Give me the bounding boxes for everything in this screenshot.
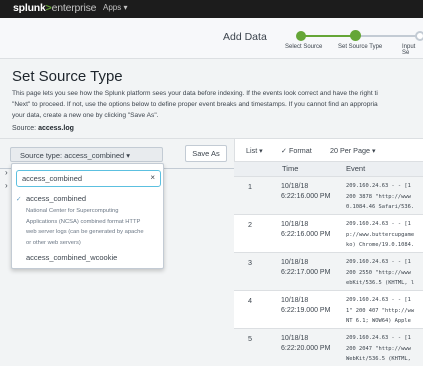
top-navigation-bar: splunk>enterprise Apps ▾ [0, 0, 423, 18]
checkmark-icon: ✓ [16, 196, 22, 203]
row-number: 5 [248, 334, 252, 343]
source-type-option-access-combined-wcookie[interactable]: access_combined_wcookie [26, 253, 117, 262]
row-timestamp: 10/18/18 6:22:16.000 PM [281, 220, 341, 240]
row-event: 209.160.24.63 - - [1 200 3878 "http://ww… [346, 181, 423, 213]
step-label-input-settings: Input Se [402, 44, 416, 56]
per-page-dropdown[interactable]: 20 Per Page ▾ [330, 146, 376, 155]
page-title: Set Source Type [12, 68, 123, 85]
description-line: web server logs (can be generated by apa… [26, 229, 144, 236]
event-line: 1" 200 407 "http://ww [346, 307, 415, 314]
row-date: 10/18/18 [281, 183, 309, 190]
event-line: 209.160.24.63 - - [1 [346, 335, 411, 341]
event-line: 200 3878 "http://www [346, 193, 411, 200]
table-row[interactable]: 1 10/18/18 6:22:16.000 PM 209.160.24.63 … [234, 177, 423, 215]
description-line-1: This page lets you see how the Splunk pl… [12, 90, 378, 97]
list-view-dropdown[interactable]: List ▾ [246, 146, 263, 155]
row-date: 10/18/18 [281, 259, 309, 266]
row-number: 4 [248, 296, 252, 305]
source-type-option-description: National Center for Supercomputing Appli… [26, 206, 161, 249]
clear-icon[interactable]: × [150, 173, 155, 182]
splunk-logo[interactable]: splunk>enterprise [13, 2, 96, 14]
row-timestamp: 10/18/18 6:22:17.000 PM [281, 258, 341, 278]
row-timestamp: 10/18/18 6:22:20.000 PM [281, 334, 341, 354]
event-line: p://www.buttercupgame [346, 231, 415, 238]
row-date: 10/18/18 [281, 335, 309, 342]
row-number: 2 [248, 220, 252, 229]
wizard-title: Add Data [223, 31, 267, 43]
row-timestamp: 10/18/18 6:22:16.000 PM [281, 182, 341, 202]
event-line: 209.160.24.63 - - [1 [346, 221, 411, 227]
format-toggle[interactable]: ✓ Format [281, 146, 312, 155]
row-timestamp: 10/18/18 6:22:19.000 PM [281, 296, 341, 316]
description-line: Applications (NCSA) combined format HTTP [26, 218, 141, 225]
table-row[interactable]: 3 10/18/18 6:22:17.000 PM 209.160.24.63 … [234, 253, 423, 291]
event-line: 209.160.24.63 - - [1 [346, 183, 411, 189]
table-row[interactable]: 5 10/18/18 6:22:20.000 PM 209.160.24.63 … [234, 329, 423, 366]
row-date: 10/18/18 [281, 221, 309, 228]
source-type-dropdown-button[interactable]: Source type: access_combined ▾ [10, 147, 163, 162]
event-line: ko) Chrome/19.0.1084. [346, 242, 415, 248]
step-dot-input-settings [415, 31, 423, 41]
row-event: 209.160.24.63 - - [1 200 2047 "http://ww… [346, 333, 423, 365]
row-time: 6:22:19.000 PM [281, 307, 331, 314]
table-row[interactable]: 4 10/18/18 6:22:19.000 PM 209.160.24.63 … [234, 291, 423, 329]
step-dot-select-source [296, 31, 306, 41]
search-input-value: access_combined [22, 174, 83, 183]
source-type-search-input[interactable]: access_combined × [16, 170, 161, 187]
description-line-2: "Next" to proceed. If not, use the optio… [12, 101, 378, 108]
event-line: 200 2550 "http://www [346, 269, 411, 276]
source-value: access.log [38, 125, 74, 132]
event-line: 209.160.24.63 - - [1 [346, 297, 411, 303]
description-line: or other web servers) [26, 240, 81, 247]
source-type-option-access-combined[interactable]: access_combined [26, 194, 86, 203]
table-header [234, 161, 423, 177]
step-dot-set-source-type [350, 30, 361, 41]
expand-chevron-icon[interactable]: › [5, 168, 8, 177]
add-data-wizard-header: Add Data Select Source Set Source Type I… [0, 18, 423, 59]
row-event: 209.160.24.63 - - [1 1" 200 407 "http://… [346, 295, 423, 327]
event-line: NT 6.1; WOW64) Apple [346, 318, 411, 324]
column-header-event[interactable]: Event [346, 164, 365, 173]
event-line: ebKit/536.5 (KHTML, l [346, 280, 415, 286]
source-label: Source: [12, 125, 37, 132]
page-description: This page lets you see how the Splunk pl… [12, 88, 423, 121]
row-number: 1 [248, 182, 252, 191]
row-event: 209.160.24.63 - - [1 p://www.buttercupga… [346, 219, 423, 251]
row-number: 3 [248, 258, 252, 267]
step-label-set-source-type: Set Source Type [338, 44, 383, 50]
row-date: 10/18/18 [281, 297, 309, 304]
column-header-time[interactable]: Time [282, 164, 298, 173]
table-row[interactable]: 2 10/18/18 6:22:16.000 PM 209.160.24.63 … [234, 215, 423, 253]
row-time: 6:22:16.000 PM [281, 231, 331, 238]
row-time: 6:22:17.000 PM [281, 269, 331, 276]
description-line-3: your data, create a new one by clicking … [12, 112, 159, 119]
apps-menu[interactable]: Apps ▾ [103, 3, 127, 12]
description-line: National Center for Supercomputing [26, 208, 119, 214]
step-label-select-source: Select Source [285, 44, 323, 50]
row-event: 209.160.24.63 - - [1 200 2550 "http://ww… [346, 257, 423, 289]
event-line: 0.1084.46 Safari/536. [346, 204, 415, 210]
row-time: 6:22:16.000 PM [281, 193, 331, 200]
expand-chevron-icon[interactable]: › [5, 181, 8, 190]
source-type-dropdown-menu: access_combined × ✓ access_combined Nati… [11, 163, 164, 269]
event-line: 209.160.24.63 - - [1 [346, 259, 411, 265]
step-progress-line-remaining [355, 35, 423, 37]
event-line: WebKit/536.5 (KHTML, [346, 356, 411, 362]
row-time: 6:22:20.000 PM [281, 345, 331, 352]
source-info: Source: access.log [12, 125, 74, 132]
save-as-button[interactable]: Save As [185, 145, 227, 162]
event-line: 200 2047 "http://www [346, 345, 411, 352]
